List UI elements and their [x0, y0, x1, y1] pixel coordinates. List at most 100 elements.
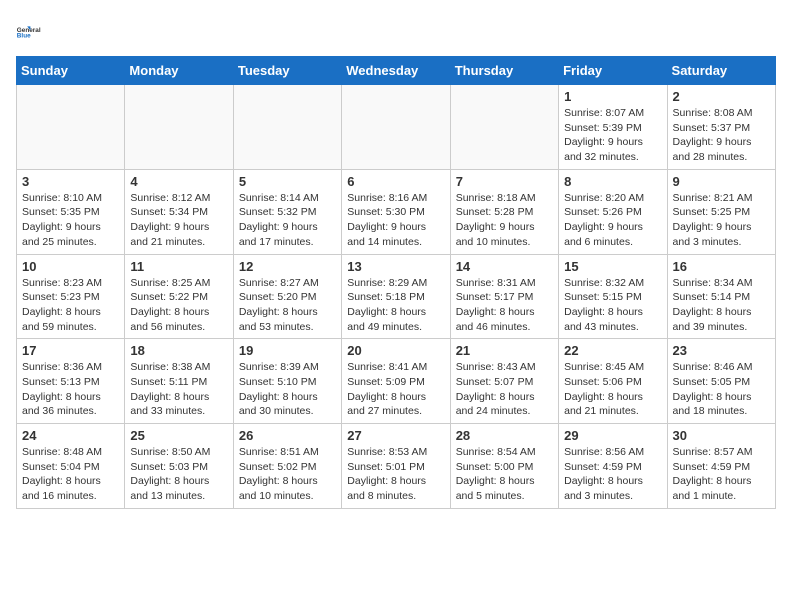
- day-info: Sunrise: 8:45 AMSunset: 5:06 PMDaylight:…: [564, 360, 661, 419]
- day-info: Sunrise: 8:23 AMSunset: 5:23 PMDaylight:…: [22, 276, 119, 335]
- calendar-cell: 1 Sunrise: 8:07 AMSunset: 5:39 PMDaylight…: [559, 85, 667, 170]
- calendar-cell: 14 Sunrise: 8:31 AMSunset: 5:17 PMDayligh…: [450, 254, 558, 339]
- calendar-week-3: 10 Sunrise: 8:23 AMSunset: 5:23 PMDayligh…: [17, 254, 776, 339]
- day-number: 9: [673, 174, 770, 189]
- calendar-cell: [17, 85, 125, 170]
- day-info: Sunrise: 8:21 AMSunset: 5:25 PMDaylight:…: [673, 191, 770, 250]
- day-number: 2: [673, 89, 770, 104]
- day-info: Sunrise: 8:39 AMSunset: 5:10 PMDaylight:…: [239, 360, 336, 419]
- day-number: 7: [456, 174, 553, 189]
- calendar-cell: 29 Sunrise: 8:56 AMSunset: 4:59 PMDayligh…: [559, 424, 667, 509]
- day-number: 1: [564, 89, 661, 104]
- calendar-cell: 8 Sunrise: 8:20 AMSunset: 5:26 PMDaylight…: [559, 169, 667, 254]
- day-number: 18: [130, 343, 227, 358]
- day-number: 24: [22, 428, 119, 443]
- calendar-cell: 27Sunrise: 8:53 AMSunset: 5:01 PMDayligh…: [342, 424, 450, 509]
- calendar-cell: 2 Sunrise: 8:08 AMSunset: 5:37 PMDaylight…: [667, 85, 775, 170]
- day-info: Sunrise: 8:14 AMSunset: 5:32 PMDaylight:…: [239, 191, 336, 250]
- day-header-friday: Friday: [559, 57, 667, 85]
- day-number: 8: [564, 174, 661, 189]
- day-info: Sunrise: 8:38 AMSunset: 5:11 PMDaylight:…: [130, 360, 227, 419]
- day-header-wednesday: Wednesday: [342, 57, 450, 85]
- day-header-monday: Monday: [125, 57, 233, 85]
- day-info: Sunrise: 8:25 AMSunset: 5:22 PMDaylight:…: [130, 276, 227, 335]
- calendar-week-5: 24 Sunrise: 8:48 AMSunset: 5:04 PMDayligh…: [17, 424, 776, 509]
- svg-text:Blue: Blue: [17, 33, 31, 40]
- calendar-cell: 4 Sunrise: 8:12 AMSunset: 5:34 PMDaylight…: [125, 169, 233, 254]
- day-number: 10: [22, 259, 119, 274]
- day-info: Sunrise: 8:57 AMSunset: 4:59 PMDaylight:…: [673, 445, 770, 504]
- day-info: Sunrise: 8:41 AMSunset: 5:09 PMDaylight:…: [347, 360, 444, 419]
- calendar-week-4: 17Sunrise: 8:36 AMSunset: 5:13 PMDayligh…: [17, 339, 776, 424]
- day-info: Sunrise: 8:34 AMSunset: 5:14 PMDaylight:…: [673, 276, 770, 335]
- calendar-cell: 3Sunrise: 8:10 AMSunset: 5:35 PMDaylight…: [17, 169, 125, 254]
- day-number: 11: [130, 259, 227, 274]
- day-number: 15: [564, 259, 661, 274]
- day-info: Sunrise: 8:32 AMSunset: 5:15 PMDaylight:…: [564, 276, 661, 335]
- calendar-week-1: 1 Sunrise: 8:07 AMSunset: 5:39 PMDaylight…: [17, 85, 776, 170]
- calendar-cell: 17Sunrise: 8:36 AMSunset: 5:13 PMDayligh…: [17, 339, 125, 424]
- calendar-cell: 28 Sunrise: 8:54 AMSunset: 5:00 PMDayligh…: [450, 424, 558, 509]
- day-number: 16: [673, 259, 770, 274]
- day-number: 6: [347, 174, 444, 189]
- day-info: Sunrise: 8:54 AMSunset: 5:00 PMDaylight:…: [456, 445, 553, 504]
- calendar-cell: 26Sunrise: 8:51 AMSunset: 5:02 PMDayligh…: [233, 424, 341, 509]
- day-number: 20: [347, 343, 444, 358]
- calendar-week-2: 3Sunrise: 8:10 AMSunset: 5:35 PMDaylight…: [17, 169, 776, 254]
- day-info: Sunrise: 8:27 AMSunset: 5:20 PMDaylight:…: [239, 276, 336, 335]
- calendar-cell: 9 Sunrise: 8:21 AMSunset: 5:25 PMDaylight…: [667, 169, 775, 254]
- day-header-thursday: Thursday: [450, 57, 558, 85]
- calendar-cell: 30 Sunrise: 8:57 AMSunset: 4:59 PMDayligh…: [667, 424, 775, 509]
- calendar-cell: 24 Sunrise: 8:48 AMSunset: 5:04 PMDayligh…: [17, 424, 125, 509]
- day-number: 4: [130, 174, 227, 189]
- calendar-cell: 10 Sunrise: 8:23 AMSunset: 5:23 PMDayligh…: [17, 254, 125, 339]
- day-header-sunday: Sunday: [17, 57, 125, 85]
- calendar-cell: 19 Sunrise: 8:39 AMSunset: 5:10 PMDayligh…: [233, 339, 341, 424]
- day-info: Sunrise: 8:50 AMSunset: 5:03 PMDaylight:…: [130, 445, 227, 504]
- day-info: Sunrise: 8:46 AMSunset: 5:05 PMDaylight:…: [673, 360, 770, 419]
- day-number: 13: [347, 259, 444, 274]
- calendar-cell: 22 Sunrise: 8:45 AMSunset: 5:06 PMDayligh…: [559, 339, 667, 424]
- calendar-cell: 18 Sunrise: 8:38 AMSunset: 5:11 PMDayligh…: [125, 339, 233, 424]
- calendar-cell: 12 Sunrise: 8:27 AMSunset: 5:20 PMDayligh…: [233, 254, 341, 339]
- day-info: Sunrise: 8:07 AMSunset: 5:39 PMDaylight:…: [564, 106, 661, 165]
- day-info: Sunrise: 8:48 AMSunset: 5:04 PMDaylight:…: [22, 445, 119, 504]
- calendar-cell: 11 Sunrise: 8:25 AMSunset: 5:22 PMDayligh…: [125, 254, 233, 339]
- day-number: 23: [673, 343, 770, 358]
- calendar-cell: 23 Sunrise: 8:46 AMSunset: 5:05 PMDayligh…: [667, 339, 775, 424]
- day-number: 19: [239, 343, 336, 358]
- day-number: 27: [347, 428, 444, 443]
- calendar-cell: 6 Sunrise: 8:16 AMSunset: 5:30 PMDaylight…: [342, 169, 450, 254]
- day-info: Sunrise: 8:12 AMSunset: 5:34 PMDaylight:…: [130, 191, 227, 250]
- day-number: 30: [673, 428, 770, 443]
- calendar-table: SundayMondayTuesdayWednesdayThursdayFrid…: [16, 56, 776, 509]
- day-info: Sunrise: 8:31 AMSunset: 5:17 PMDaylight:…: [456, 276, 553, 335]
- day-number: 29: [564, 428, 661, 443]
- logo: General Blue: [16, 16, 48, 48]
- page-container: General Blue SundayMondayTuesdayWednesda…: [0, 0, 792, 519]
- day-number: 25: [130, 428, 227, 443]
- day-info: Sunrise: 8:18 AMSunset: 5:28 PMDaylight:…: [456, 191, 553, 250]
- calendar-cell: 21Sunrise: 8:43 AMSunset: 5:07 PMDayligh…: [450, 339, 558, 424]
- calendar-cell: 5 Sunrise: 8:14 AMSunset: 5:32 PMDaylight…: [233, 169, 341, 254]
- calendar-cell: [342, 85, 450, 170]
- day-number: 22: [564, 343, 661, 358]
- day-number: 14: [456, 259, 553, 274]
- calendar-cell: [450, 85, 558, 170]
- calendar-cell: 7 Sunrise: 8:18 AMSunset: 5:28 PMDaylight…: [450, 169, 558, 254]
- day-number: 5: [239, 174, 336, 189]
- day-number: 12: [239, 259, 336, 274]
- day-header-tuesday: Tuesday: [233, 57, 341, 85]
- day-info: Sunrise: 8:51 AMSunset: 5:02 PMDaylight:…: [239, 445, 336, 504]
- day-info: Sunrise: 8:36 AMSunset: 5:13 PMDaylight:…: [22, 360, 119, 419]
- day-header-saturday: Saturday: [667, 57, 775, 85]
- day-info: Sunrise: 8:56 AMSunset: 4:59 PMDaylight:…: [564, 445, 661, 504]
- day-number: 28: [456, 428, 553, 443]
- day-info: Sunrise: 8:16 AMSunset: 5:30 PMDaylight:…: [347, 191, 444, 250]
- day-info: Sunrise: 8:43 AMSunset: 5:07 PMDaylight:…: [456, 360, 553, 419]
- calendar-cell: 25 Sunrise: 8:50 AMSunset: 5:03 PMDayligh…: [125, 424, 233, 509]
- day-info: Sunrise: 8:20 AMSunset: 5:26 PMDaylight:…: [564, 191, 661, 250]
- calendar-cell: 16 Sunrise: 8:34 AMSunset: 5:14 PMDayligh…: [667, 254, 775, 339]
- day-info: Sunrise: 8:08 AMSunset: 5:37 PMDaylight:…: [673, 106, 770, 165]
- calendar-cell: 20 Sunrise: 8:41 AMSunset: 5:09 PMDayligh…: [342, 339, 450, 424]
